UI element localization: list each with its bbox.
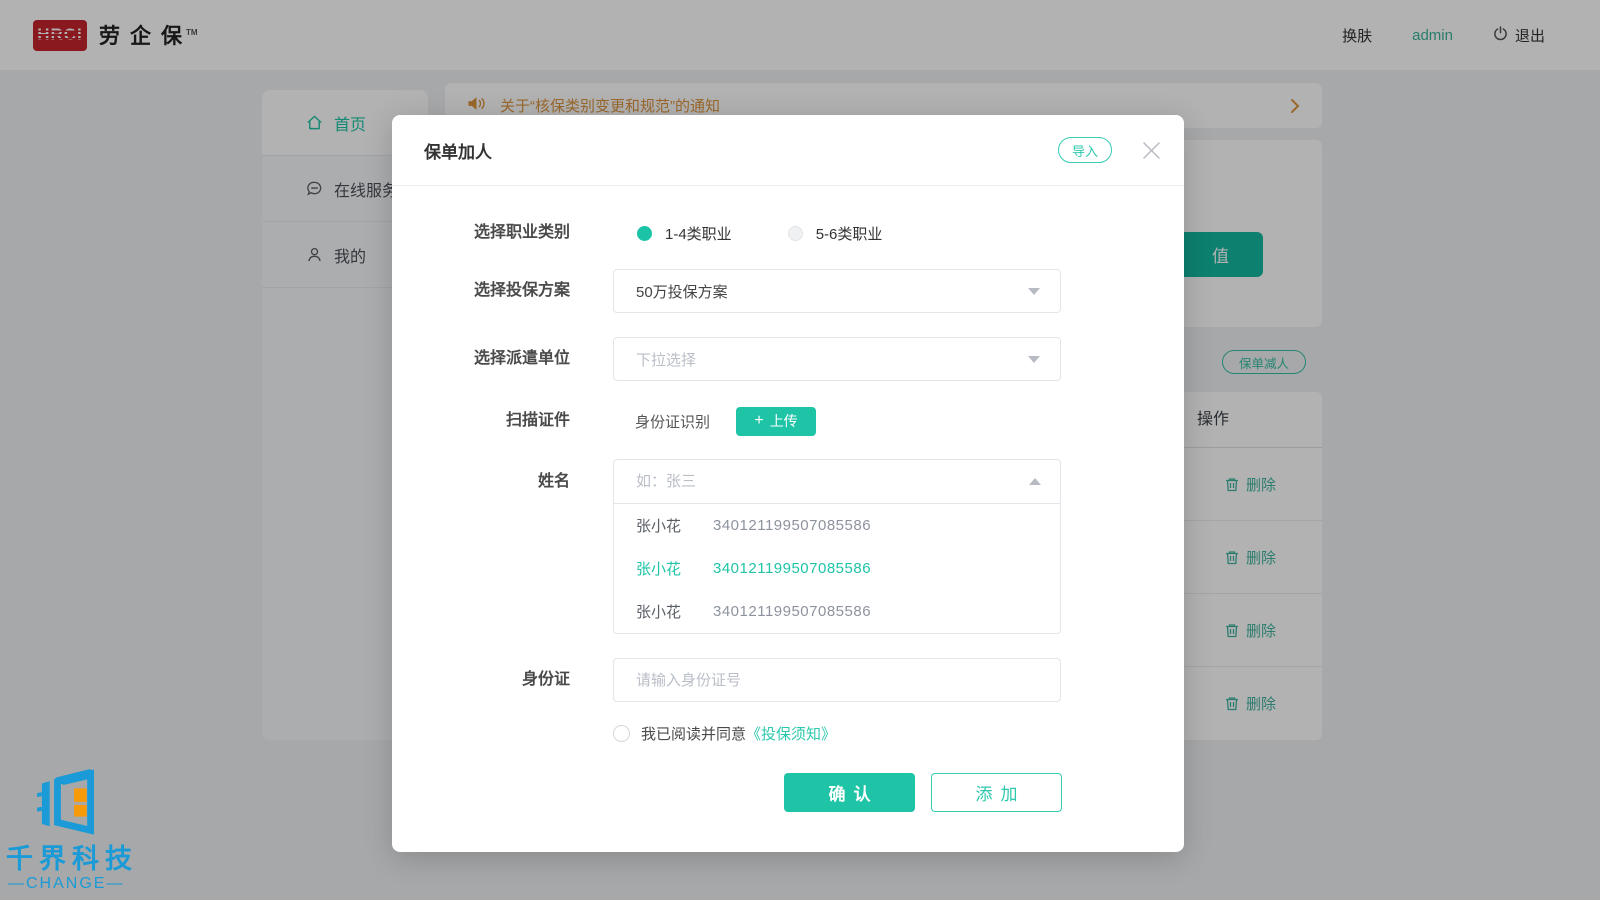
plan-select[interactable]: 50万投保方案 — [613, 269, 1061, 313]
modal-actions: 确认 添加 — [784, 773, 1184, 812]
watermark-cn-text: 千界科技 — [6, 845, 206, 873]
name-suggestion-item[interactable]: 张小花 340121199507085586 — [614, 590, 1060, 633]
insurance-notice-link[interactable]: 《投保须知》 — [746, 723, 836, 744]
name-suggestion-item-highlighted[interactable]: 张小花 340121199507085586 — [614, 547, 1060, 590]
radio-option-label[interactable]: 5-6类职业 — [816, 223, 883, 244]
suggestion-name: 张小花 — [636, 558, 713, 579]
scan-id-row: 扫描证件 身份证识别 + 上传 — [392, 406, 1184, 436]
agree-checkbox[interactable] — [613, 725, 630, 742]
confirm-button[interactable]: 确认 — [784, 773, 915, 812]
dispatch-select-label: 选择派遣单位 — [392, 337, 570, 381]
id-number-row: 身份证 — [392, 658, 1184, 702]
upload-button-label: 上传 — [770, 411, 798, 431]
name-suggestion-list: 张小花 340121199507085586 张小花 3401211995070… — [613, 504, 1061, 634]
watermark-logo: 千界科技 —CHANGE— — [6, 766, 206, 893]
radio-unselected[interactable] — [788, 226, 803, 241]
chevron-down-icon — [1028, 288, 1040, 295]
upload-button[interactable]: + 上传 — [736, 407, 816, 436]
dispatch-select-row: 选择派遣单位 下拉选择 — [392, 337, 1184, 381]
radio-selected[interactable] — [637, 226, 652, 241]
suggestion-name: 张小花 — [636, 515, 713, 536]
add-button[interactable]: 添加 — [931, 773, 1062, 812]
name-input[interactable] — [613, 459, 1061, 504]
scan-id-text: 身份证识别 — [635, 411, 710, 432]
name-label: 姓名 — [392, 459, 570, 504]
add-person-modal: 保单加人 导入 选择职业类别 1-4类职业 5-6类职业 选择投保方案 — [392, 115, 1184, 852]
modal-header: 保单加人 导入 — [392, 115, 1184, 186]
close-icon[interactable] — [1142, 141, 1161, 160]
plan-select-value: 50万投保方案 — [636, 281, 728, 302]
modal-title: 保单加人 — [424, 138, 492, 163]
import-button[interactable]: 导入 — [1058, 137, 1112, 163]
dispatch-select[interactable]: 下拉选择 — [613, 337, 1061, 381]
id-number-input[interactable] — [613, 658, 1061, 702]
occupation-category-label: 选择职业类别 — [392, 218, 570, 248]
change-logo-icon — [34, 766, 206, 845]
agreement-row: 我已阅读并同意 《投保须知》 — [392, 723, 1184, 743]
dispatch-select-placeholder: 下拉选择 — [636, 349, 696, 370]
radio-option-label[interactable]: 1-4类职业 — [665, 223, 732, 244]
scan-id-label: 扫描证件 — [392, 406, 570, 436]
name-row: 姓名 张小花 340121199507085586 张小花 3401211995… — [392, 459, 1184, 634]
watermark-en-text: —CHANGE— — [8, 875, 206, 893]
agree-text: 我已阅读并同意 — [641, 723, 746, 744]
plus-icon: + — [754, 413, 763, 429]
suggestion-id: 340121199507085586 — [713, 603, 871, 620]
suggestion-id: 340121199507085586 — [713, 517, 871, 534]
chevron-down-icon — [1028, 356, 1040, 363]
plan-select-label: 选择投保方案 — [392, 269, 570, 313]
occupation-category-row: 选择职业类别 1-4类职业 5-6类职业 — [392, 218, 1184, 248]
chevron-up-icon — [1029, 478, 1041, 485]
name-suggestion-item[interactable]: 张小花 340121199507085586 — [614, 504, 1060, 547]
plan-select-row: 选择投保方案 50万投保方案 — [392, 269, 1184, 313]
id-number-label: 身份证 — [392, 658, 570, 702]
modal-body: 选择职业类别 1-4类职业 5-6类职业 选择投保方案 50万投保方案 选择派遣… — [392, 186, 1184, 812]
suggestion-id: 340121199507085586 — [713, 560, 871, 577]
suggestion-name: 张小花 — [636, 601, 713, 622]
